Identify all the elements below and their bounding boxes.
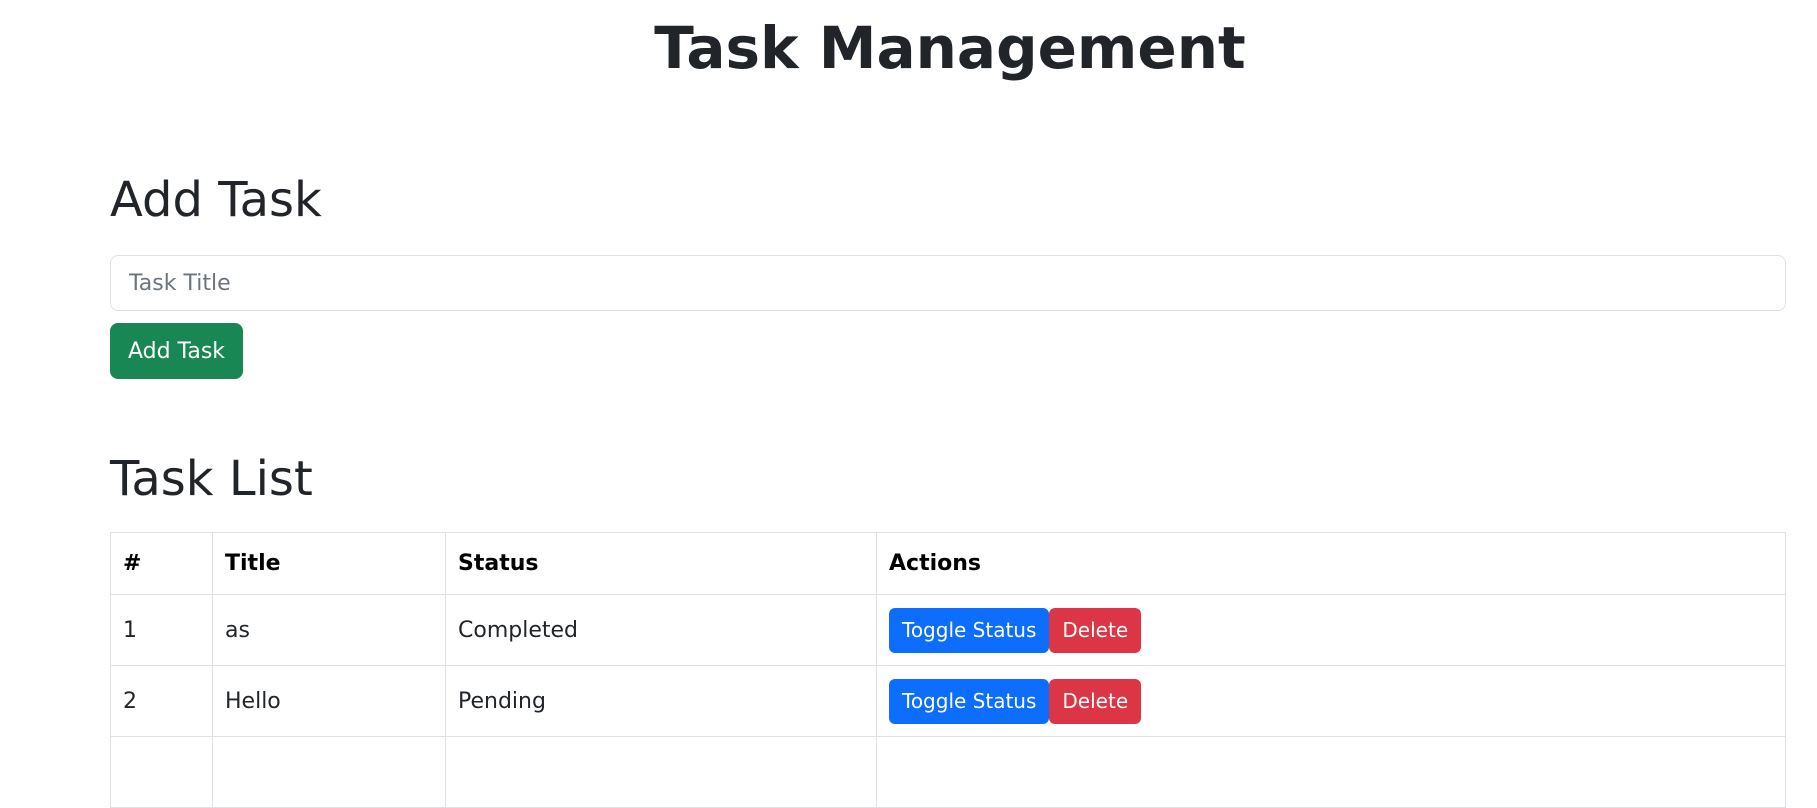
column-header-title: Title (212, 532, 446, 595)
task-number: 2 (110, 665, 213, 737)
column-header-actions: Actions (876, 532, 1786, 595)
task-list-heading: Task List (110, 451, 313, 507)
add-task-heading: Add Task (110, 172, 322, 228)
task-actions: Toggle Status Delete (876, 665, 1786, 737)
delete-button[interactable]: Delete (1049, 607, 1142, 653)
task-title: Hello (212, 665, 446, 737)
delete-button[interactable]: Delete (1049, 678, 1142, 724)
action-button-group: Toggle Status Delete (889, 678, 1773, 724)
toggle-status-button[interactable]: Toggle Status (889, 607, 1050, 653)
table-row: 2 Hello Pending Toggle Status Delete (110, 665, 1786, 737)
page-title: Task Management (654, 14, 1246, 82)
task-actions: Toggle Status Delete (876, 594, 1786, 666)
table-row (110, 736, 1786, 808)
add-task-button[interactable]: Add Task (110, 323, 243, 379)
table-header-row: # Title Status Actions (110, 532, 1786, 595)
action-button-group: Toggle Status Delete (889, 607, 1773, 653)
task-title: as (212, 594, 446, 666)
toggle-status-button[interactable]: Toggle Status (889, 678, 1050, 724)
task-table: # Title Status Actions 1 as Completed To… (110, 532, 1786, 808)
task-status: Pending (445, 665, 877, 737)
task-status: Completed (445, 594, 877, 666)
task-number: 1 (110, 594, 213, 666)
table-row: 1 as Completed Toggle Status Delete (110, 594, 1786, 666)
column-header-status: Status (445, 532, 877, 595)
task-title-input[interactable] (110, 255, 1786, 311)
column-header-number: # (110, 532, 213, 595)
